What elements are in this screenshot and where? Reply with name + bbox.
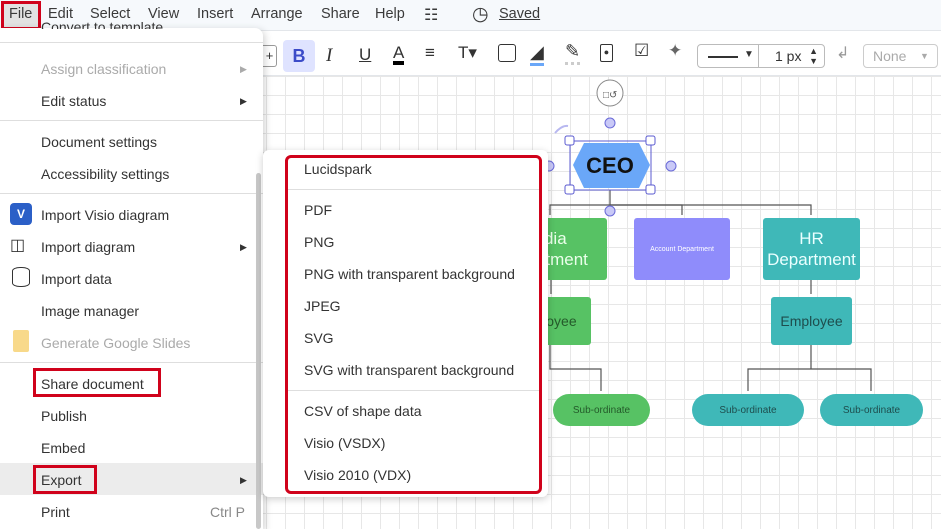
submenu-arrow-icon: ▶: [240, 242, 247, 252]
svg-text:□↺: □↺: [603, 90, 617, 101]
menu-item-print[interactable]: Print: [41, 504, 70, 520]
google-slides-icon: [13, 330, 29, 352]
connector-media-sub: [549, 345, 602, 391]
menu-item-import-data[interactable]: Import data: [41, 271, 112, 287]
menu-item-generate-google-slides: Generate Google Slides: [41, 335, 191, 351]
menu-item-image-manager[interactable]: Image manager: [41, 303, 139, 319]
menu-scrollbar[interactable]: [256, 173, 261, 529]
menu-item-import-visio-diagram[interactable]: Import Visio diagram: [41, 207, 169, 223]
menu-item-edit-status[interactable]: Edit status: [41, 93, 106, 109]
hr-department-label: HR Department: [767, 229, 856, 269]
hr-department-shape[interactable]: HR Department: [763, 218, 860, 280]
menu-item-assign-classification: Assign classification: [41, 61, 167, 77]
menu-item-share-document[interactable]: Share document: [41, 376, 144, 392]
menu-item-document-settings[interactable]: Document settings: [41, 134, 157, 150]
hr-subordinate-shape-2[interactable]: Sub-ordinate: [820, 394, 923, 426]
visio-icon: V: [10, 203, 32, 225]
menu-item-publish[interactable]: Publish: [41, 408, 87, 424]
media-subordinate-shape[interactable]: Sub-ordinate: [553, 394, 650, 426]
submenu-arrow-icon: ▶: [240, 96, 247, 106]
connector-hr-subs: [747, 345, 872, 391]
account-department-shape[interactable]: Account Department: [634, 218, 730, 280]
hr-subordinate-shape-1[interactable]: Sub-ordinate: [692, 394, 804, 426]
menu-item-import-diagram[interactable]: Import diagram: [41, 239, 135, 255]
print-shortcut: Ctrl P: [210, 504, 245, 520]
submenu-arrow-icon: ▶: [240, 64, 247, 74]
import-diagram-icon: ◫: [10, 237, 26, 254]
menu-item-export[interactable]: Export: [41, 472, 81, 488]
menu-item-embed[interactable]: Embed: [41, 440, 85, 456]
rotate-handle-icon[interactable]: [554, 124, 569, 134]
subordinate-label: Sub-ordinate: [719, 404, 777, 416]
export-submenu: Lucidspark PDF PNG PNG with transparent …: [263, 150, 548, 497]
ceo-selection: □↺: [543, 79, 677, 217]
hr-employee-shape[interactable]: Employee: [771, 297, 852, 345]
account-department-label: Account Department: [650, 245, 714, 253]
hr-employee-label: Employee: [780, 313, 843, 329]
menu-item-convert-to-template[interactable]: Convert to template: [41, 19, 163, 29]
file-menu: Convert to template Assign classificatio…: [0, 19, 263, 529]
menu-item-accessibility-settings[interactable]: Accessibility settings: [41, 166, 169, 182]
ceo-label: CEO: [586, 153, 634, 178]
subordinate-label: Sub-ordinate: [572, 404, 631, 416]
database-icon: [12, 267, 30, 287]
export-options-highlight: [285, 155, 542, 494]
submenu-arrow-icon: ▶: [240, 475, 247, 485]
subordinate-label: Sub-ordinate: [842, 404, 901, 416]
